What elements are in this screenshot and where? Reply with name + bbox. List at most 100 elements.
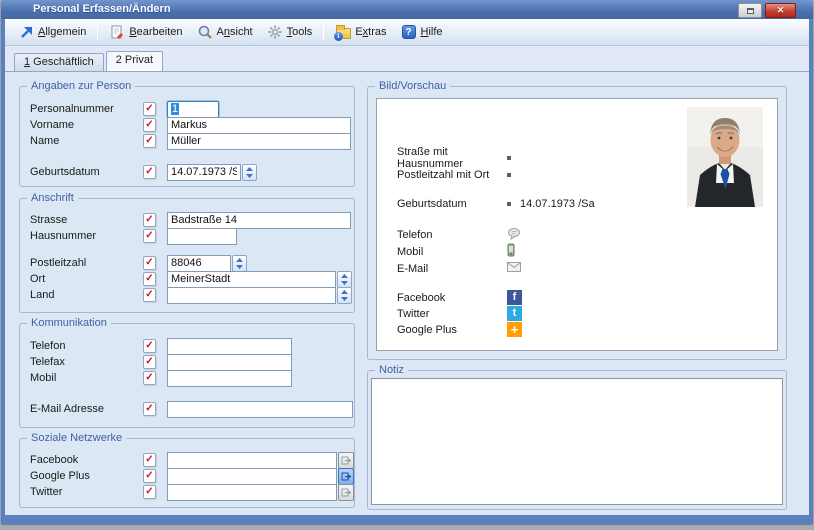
field-google-plus: Google Plus ✓	[20, 468, 354, 484]
edit-check-icon: ✓	[143, 165, 156, 179]
field-label: Name	[30, 135, 143, 147]
name-input[interactable]	[167, 133, 351, 150]
edit-check-icon: ✓	[143, 272, 156, 286]
desktop: Personal Erfassen/Ändern ✕ Allgemein	[0, 0, 814, 530]
edit-check-icon: ✓	[143, 402, 156, 416]
open-facebook-button[interactable]	[338, 452, 354, 469]
edit-check-icon: ✓	[143, 453, 156, 467]
window-title: Personal Erfassen/Ändern	[33, 3, 171, 15]
mobile-phone-icon	[507, 243, 515, 260]
edit-check-icon: ✓	[143, 102, 156, 116]
facebook-icon[interactable]: f	[507, 290, 522, 305]
google-plus-input[interactable]	[167, 468, 337, 485]
group-kommunikation: Kommunikation Telefon ✓ Telefax ✓ Mobil	[19, 323, 355, 428]
toolbar-item-allgemein[interactable]: Allgemein	[11, 21, 93, 43]
tab-privat[interactable]: 2 Privat	[106, 51, 163, 71]
tabstrip: 1 Geschäftlich 2 Privat	[5, 46, 809, 71]
field-telefax: Telefax ✓	[20, 354, 354, 370]
arrow-up-right-icon	[18, 24, 34, 40]
spinner-button[interactable]	[232, 255, 247, 272]
hausnummer-input[interactable]	[167, 228, 237, 245]
postleitzahl-input[interactable]	[167, 255, 231, 272]
open-google-plus-button[interactable]	[338, 468, 354, 485]
tab-geschaeftlich[interactable]: 1 Geschäftlich	[14, 53, 104, 71]
group-legend: Bild/Vorschau	[375, 80, 450, 92]
toolbar-item-tools[interactable]: Tools	[260, 21, 320, 43]
mobil-input[interactable]	[167, 370, 292, 387]
restore-button[interactable]	[738, 3, 762, 18]
land-input[interactable]	[167, 287, 336, 304]
edit-check-icon: ✓	[143, 485, 156, 499]
field-label: Personalnummer	[30, 103, 143, 115]
field-label: E-Mail Adresse	[30, 403, 143, 415]
spinner-button[interactable]	[242, 164, 257, 181]
field-label: Facebook	[30, 454, 143, 466]
help-icon: ?	[401, 24, 417, 40]
field-land: Land ✓	[20, 287, 354, 303]
edit-check-icon: ✓	[143, 256, 156, 270]
spinner-button[interactable]	[337, 271, 352, 288]
toolbar-item-extras[interactable]: i Extras	[328, 21, 393, 43]
group-anschrift: Anschrift Strasse ✓ Hausnummer ✓ Postle	[19, 198, 355, 313]
preview-row-google-plus: Google Plus +	[397, 322, 522, 337]
geburtsdatum-input[interactable]	[167, 164, 241, 181]
preview-label: Google Plus	[397, 324, 507, 336]
edit-check-icon: ✓	[143, 229, 156, 243]
notiz-textarea[interactable]	[371, 378, 783, 505]
restore-icon	[747, 8, 754, 14]
group-legend: Kommunikation	[27, 317, 111, 329]
preview-row-mobil: Mobil	[397, 244, 515, 259]
facebook-input[interactable]	[167, 452, 337, 469]
edit-check-icon: ✓	[143, 355, 156, 369]
twitter-input[interactable]	[167, 484, 337, 501]
preview-label: E-Mail	[397, 263, 507, 275]
preview-label: Facebook	[397, 292, 507, 304]
google-plus-icon[interactable]: +	[507, 322, 522, 337]
field-label: Hausnummer	[30, 230, 143, 242]
vorname-input[interactable]	[167, 117, 351, 134]
field-label: Telefon	[30, 340, 143, 352]
field-label: Postleitzahl	[30, 257, 143, 269]
preview-label: Telefon	[397, 229, 507, 241]
preview-label: Mobil	[397, 246, 507, 258]
toolbar-item-ansicht[interactable]: Ansicht	[190, 21, 260, 43]
twitter-icon[interactable]: t	[507, 306, 522, 321]
field-label: Land	[30, 289, 143, 301]
toolbar-item-hilfe[interactable]: ? Hilfe	[394, 21, 450, 43]
preview-row-email: E-Mail	[397, 261, 521, 276]
toolbar-item-bearbeiten[interactable]: Bearbeiten	[102, 21, 189, 43]
field-label: Strasse	[30, 214, 143, 226]
titlebar[interactable]: Personal Erfassen/Ändern ✕	[1, 0, 813, 19]
telefax-input[interactable]	[167, 354, 292, 371]
edit-check-icon: ✓	[143, 339, 156, 353]
spinner-button[interactable]	[337, 287, 352, 304]
group-soziale-netzwerke: Soziale Netzwerke Facebook ✓ Google Plus…	[19, 438, 355, 508]
field-hausnummer: Hausnummer ✓	[20, 228, 354, 244]
close-button[interactable]: ✕	[765, 3, 796, 18]
field-label: Vorname	[30, 119, 143, 131]
window-controls: ✕	[738, 3, 796, 18]
ort-input[interactable]	[167, 271, 336, 288]
field-ort: Ort ✓	[20, 271, 354, 287]
preview-row-twitter: Twitter t	[397, 306, 522, 321]
preview-label: Twitter	[397, 308, 507, 320]
field-label: Ort	[30, 273, 143, 285]
preview-row-plz-ort: Postleitzahl mit Ort	[397, 167, 520, 182]
personalnummer-input[interactable]: 1	[167, 101, 219, 118]
group-legend: Notiz	[375, 364, 408, 376]
open-twitter-button[interactable]	[338, 484, 354, 501]
group-legend: Angaben zur Person	[27, 80, 135, 92]
email-input[interactable]	[167, 401, 353, 418]
speech-bubble-icon	[507, 227, 521, 243]
bullet-icon	[507, 156, 511, 160]
strasse-input[interactable]	[167, 212, 351, 229]
telefon-input[interactable]	[167, 338, 292, 355]
edit-check-icon: ✓	[143, 213, 156, 227]
app-window: Personal Erfassen/Ändern ✕ Allgemein	[1, 0, 813, 524]
preview-row-telefon: Telefon	[397, 227, 521, 242]
field-label: Mobil	[30, 372, 143, 384]
preview-row-strasse: Straße mit Hausnummer	[397, 150, 520, 165]
preview-row-geburtsdatum: Geburtsdatum 14.07.1973 /Sa	[397, 196, 595, 211]
field-label: Geburtsdatum	[30, 166, 143, 178]
edit-check-icon: ✓	[143, 371, 156, 385]
